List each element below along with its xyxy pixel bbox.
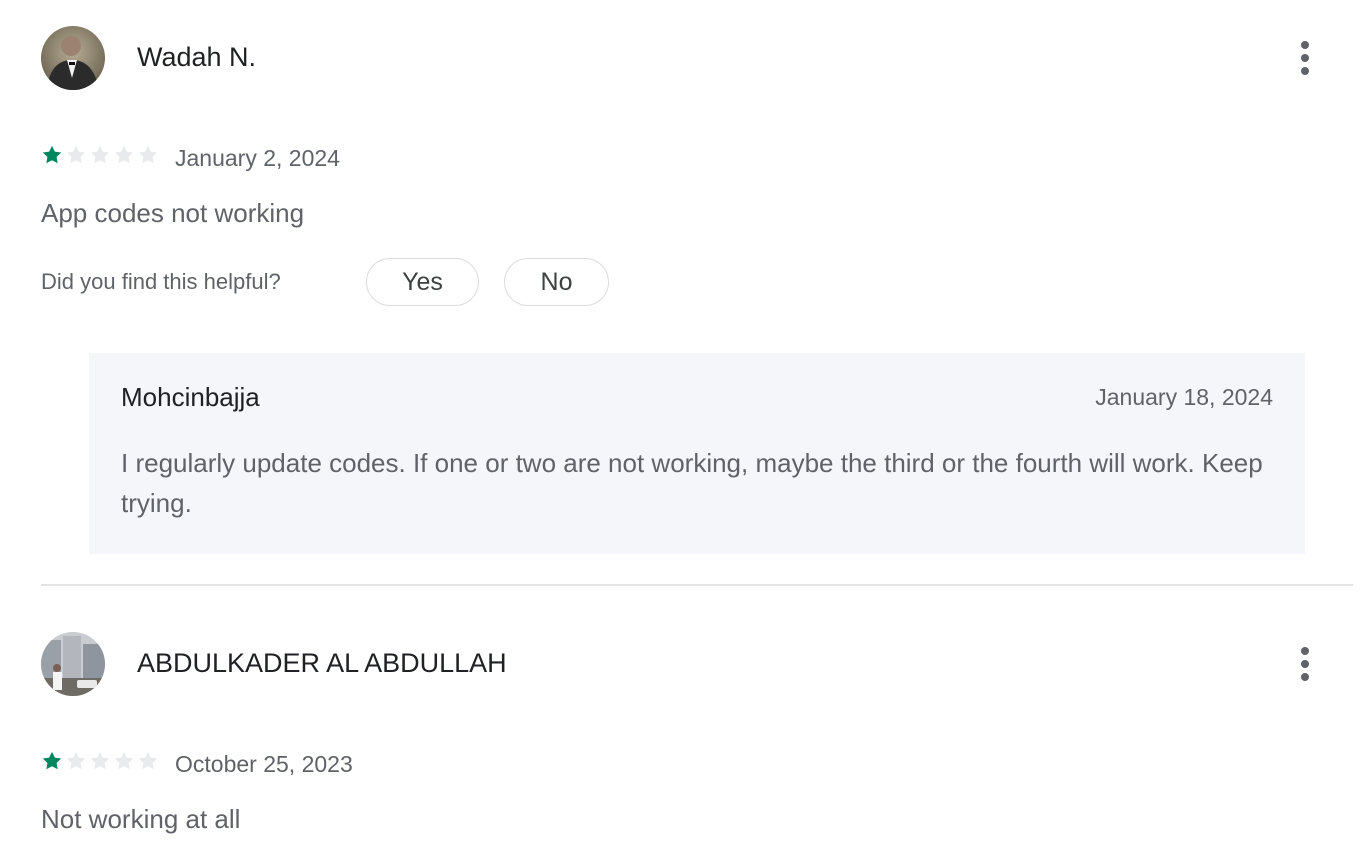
more-vert-icon-dot: [1301, 673, 1309, 681]
more-vert-icon-dot: [1301, 660, 1309, 668]
star-empty-icon: [138, 145, 158, 164]
star-empty-icon: [90, 145, 110, 164]
more-vert-icon: [1301, 647, 1309, 655]
star-empty-icon: [66, 145, 86, 164]
review-divider: [41, 584, 1353, 586]
star-empty-icon: [114, 145, 134, 164]
more-vert-icon: [1301, 41, 1309, 49]
helpful-question: Did you find this helpful?: [41, 269, 281, 294]
more-options-button[interactable]: [1287, 642, 1323, 686]
reply-author: Mohcinbajja: [121, 382, 260, 412]
helpful-yes-button[interactable]: Yes: [366, 258, 479, 306]
more-vert-icon-dot: [1301, 54, 1309, 62]
helpful-no-button[interactable]: No: [504, 258, 609, 306]
star-filled-icon: [42, 145, 62, 164]
reviewer-avatar: [41, 632, 105, 696]
reviewer-avatar: [41, 26, 105, 90]
review-text: App codes not working: [41, 198, 305, 228]
reviewer-name: ABDULKADER AL ABDULLAH: [137, 648, 507, 678]
reply-text: I regularly update codes. If one or two …: [121, 448, 1263, 518]
star-empty-icon: [66, 751, 86, 770]
star-rating: [41, 144, 159, 166]
review-text: Not working at all: [41, 804, 241, 834]
review-date: January 2, 2024: [175, 145, 340, 171]
more-vert-icon-dot: [1301, 67, 1309, 75]
review-date: October 25, 2023: [175, 751, 353, 777]
more-options-button[interactable]: [1287, 36, 1323, 80]
reviewer-name: Wadah N.: [137, 42, 257, 72]
star-empty-icon: [138, 751, 158, 770]
star-empty-icon: [90, 751, 110, 770]
star-rating: [41, 750, 159, 772]
star-filled-icon: [42, 751, 62, 770]
reply-date: January 18, 2024: [1095, 384, 1273, 410]
developer-reply: Mohcinbajja January 18, 2024 I regularly…: [89, 353, 1305, 554]
star-empty-icon: [114, 751, 134, 770]
